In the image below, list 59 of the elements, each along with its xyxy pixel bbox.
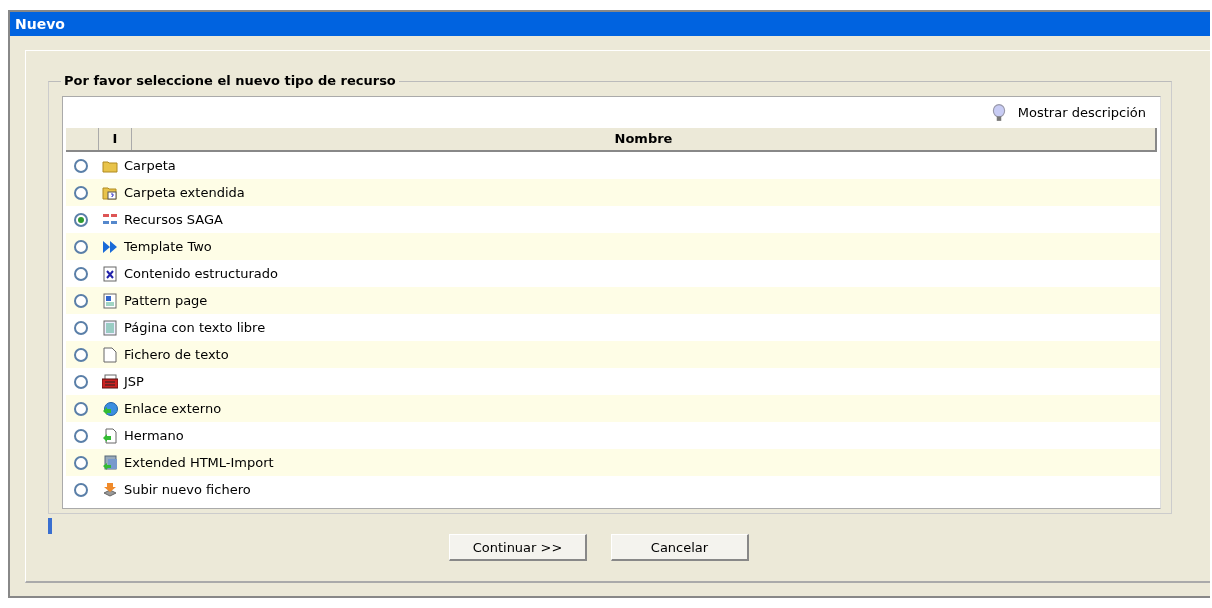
table-row[interactable]: Contenido estructurado	[66, 260, 1160, 287]
description-toggle[interactable]: Mostrar descripción	[989, 103, 1146, 122]
document-icon	[102, 427, 118, 444]
document-icon	[102, 292, 118, 309]
row-label: Enlace externo	[124, 401, 222, 416]
radio-button[interactable]	[74, 347, 88, 362]
folder-icon	[102, 184, 118, 201]
blank-page-icon	[102, 346, 118, 363]
table-row[interactable]: Página con texto libre	[66, 314, 1160, 341]
table-row[interactable]: Hermano	[66, 422, 1160, 449]
table-row[interactable]: Carpeta	[66, 152, 1160, 179]
radio-button[interactable]	[74, 482, 88, 497]
table-row[interactable]: Carpeta extendida	[66, 179, 1160, 206]
radio-button[interactable]	[74, 320, 88, 335]
radio-button[interactable]	[74, 158, 88, 173]
row-label: Fichero de texto	[124, 347, 229, 362]
table-row[interactable]: Pattern page	[66, 287, 1160, 314]
toggle-label[interactable]: Mostrar descripción	[1017, 105, 1146, 120]
dialog-button[interactable]: Cancelar	[611, 534, 749, 561]
radio-button[interactable]	[74, 212, 88, 227]
row-label: Recursos SAGA	[124, 212, 223, 227]
document-icon	[102, 319, 118, 336]
import-icon	[102, 454, 118, 471]
table-row[interactable]: Template Two	[66, 233, 1160, 260]
table-row[interactable]: Extended HTML-Import	[66, 449, 1160, 476]
group-legend: Por favor seleccione el nuevo tipo de recurso	[61, 73, 399, 89]
double-arrow-icon	[102, 238, 118, 255]
radio-button[interactable]	[74, 239, 88, 254]
row-label: Template Two	[124, 239, 212, 254]
table-row[interactable]: JSP	[66, 368, 1160, 395]
radio-button[interactable]	[74, 185, 88, 200]
table-row[interactable]: Recursos SAGA	[66, 206, 1160, 233]
upload-icon	[102, 481, 118, 498]
progress-marker	[48, 518, 52, 534]
column-header: I	[99, 128, 132, 150]
window-title: Nuevo	[10, 12, 1210, 36]
row-label: Carpeta	[124, 158, 176, 173]
jsp-file-icon	[102, 373, 118, 390]
row-label: Pattern page	[124, 293, 208, 308]
radio-button[interactable]	[74, 455, 88, 470]
radio-button[interactable]	[74, 428, 88, 443]
document-icon	[102, 265, 118, 282]
table-row[interactable]: Subir nuevo fichero	[66, 476, 1160, 503]
row-label: Extended HTML-Import	[124, 455, 274, 470]
dialog-button[interactable]: Continuar >>	[449, 534, 587, 561]
row-label: Página con texto libre	[124, 320, 266, 335]
table-row[interactable]: Fichero de texto	[66, 341, 1160, 368]
row-label: Carpeta extendida	[124, 185, 245, 200]
radio-button[interactable]	[74, 374, 88, 389]
globe-icon	[102, 400, 118, 417]
row-label: Hermano	[124, 428, 184, 443]
radio-button[interactable]	[74, 266, 88, 281]
radio-button[interactable]	[74, 401, 88, 416]
row-label: JSP	[124, 374, 144, 389]
column-header: Nombre	[613, 130, 674, 148]
row-label: Subir nuevo fichero	[124, 482, 251, 497]
row-label: Contenido estructurado	[124, 266, 278, 281]
radio-button[interactable]	[74, 293, 88, 308]
table-row[interactable]: Enlace externo	[66, 395, 1160, 422]
